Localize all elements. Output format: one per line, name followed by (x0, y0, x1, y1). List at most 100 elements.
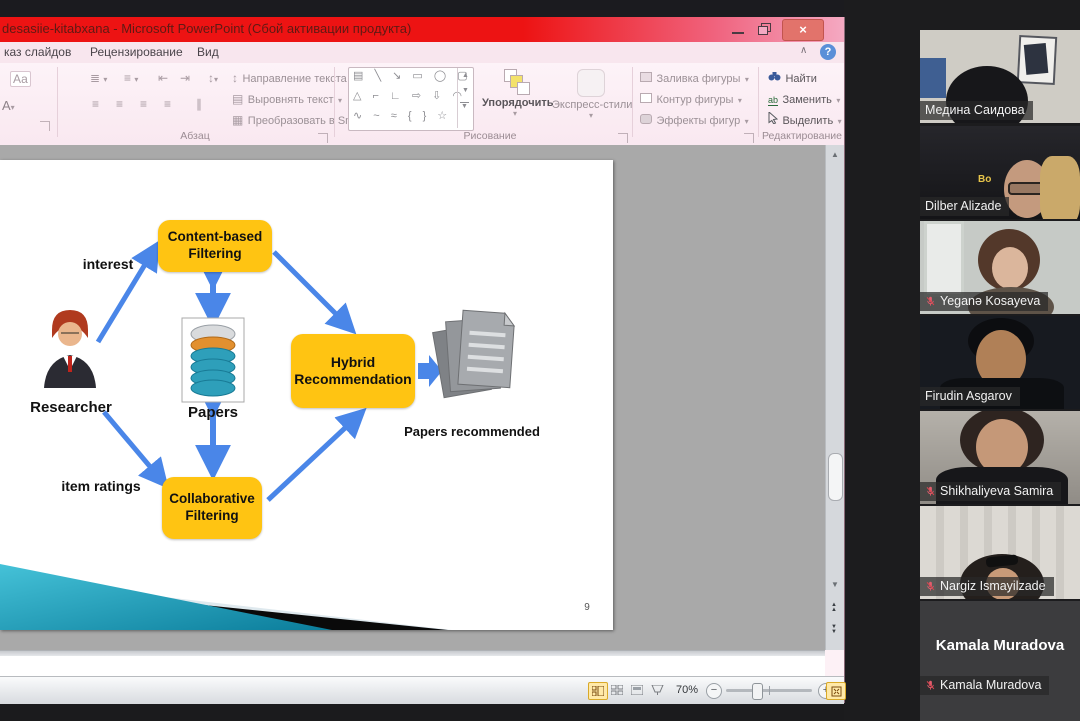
next-slide-button[interactable]: ▼▼ (831, 625, 839, 635)
vertical-scrollbar[interactable]: ▲ ▼ ▲▲ ▼▼ (825, 145, 844, 650)
dropdown-icon: ▾ (838, 117, 842, 126)
content-based-filtering-node[interactable]: Content-based Filtering (158, 220, 272, 272)
dropdown-icon: ▾ (11, 103, 15, 112)
zoom-slider-tick (769, 686, 770, 695)
hair-silhouette (1040, 156, 1080, 219)
minimize-button[interactable] (726, 20, 752, 38)
scroll-up-button[interactable]: ▲ (826, 147, 844, 163)
participant-tile[interactable]: Nargiz Ismayilzade (920, 506, 1080, 599)
quick-styles-button[interactable]: Экспресс-стили ▾ (552, 67, 630, 120)
columns-button[interactable]: ∥ (196, 97, 202, 111)
shape-fill-icon (640, 72, 652, 82)
decrease-indent-button[interactable]: ⇤ (158, 71, 168, 85)
help-icon[interactable]: ? (820, 44, 836, 60)
drawing-dialog-launcher[interactable] (618, 133, 628, 143)
previous-slide-button[interactable]: ▲▲ (831, 603, 839, 613)
muted-mic-icon (925, 680, 936, 691)
interest-edge-label: interest (68, 256, 148, 272)
title-bar[interactable]: desasiie-kitabxana - Microsoft PowerPoin… (0, 17, 844, 42)
banner-text: Bo (978, 174, 991, 185)
collaborative-filtering-node[interactable]: Collaborative Filtering (162, 477, 262, 539)
slide-canvas[interactable]: Content-based Filtering Hybrid Recommend… (0, 160, 613, 630)
change-case-icon[interactable]: Аа (10, 71, 31, 87)
picture-content (1024, 43, 1049, 75)
shape-fill-button[interactable]: Заливка фигуры ▾ (640, 69, 749, 87)
participant-tile[interactable]: Bo Dilber Alizade (920, 126, 1080, 219)
shape-outline-button[interactable]: Контур фигуры ▾ (640, 90, 742, 108)
window-frame (924, 221, 964, 297)
close-button[interactable]: × (782, 19, 824, 41)
collapse-ribbon-icon[interactable]: ∧ (800, 45, 807, 56)
select-cursor-icon (768, 112, 778, 124)
normal-view-button[interactable] (588, 682, 608, 700)
notes-pane[interactable] (0, 656, 825, 677)
powerpoint-window: desasiie-kitabxana - Microsoft PowerPoin… (0, 17, 845, 703)
ribbon: Аа А▾ ≣ ▾ ≡ ▾ ⇤ ⇥ ↕▾ ≡ ≡ ≡ ≡ ∥ ↕ Направл… (0, 63, 844, 146)
hybrid-recommendation-node[interactable]: Hybrid Recommendation (291, 334, 415, 408)
window-title: desasiie-kitabxana - Microsoft PowerPoin… (2, 21, 411, 36)
tab-slideshow[interactable]: каз слайдов (0, 42, 75, 63)
find-button[interactable]: Найти (768, 69, 817, 87)
font-dialog-launcher[interactable] (40, 121, 50, 131)
zoom-slider[interactable] (726, 689, 812, 692)
numbering-button[interactable]: ≡ ▾ (124, 71, 138, 87)
participant-tile[interactable]: Kamala Muradova Kamala Muradova (920, 601, 1080, 721)
slideshow-view-button[interactable] (648, 682, 666, 698)
zoom-level[interactable]: 70% (676, 684, 698, 696)
dropdown-icon: ▾ (338, 96, 342, 105)
participant-tile[interactable]: Firudin Asgarov (920, 316, 1080, 409)
shape-effects-button[interactable]: Эффекты фигур ▾ (640, 111, 749, 129)
status-bar: 70% − + (0, 676, 844, 704)
format-dialog-launcher[interactable] (744, 133, 754, 143)
shape-gallery-row2: △ ⌐ ∟ ⇨ ⇩ ◠ (353, 89, 455, 102)
gallery-more-icon[interactable]: ▼ (460, 102, 469, 110)
replace-button[interactable]: ab Заменить ▾ (768, 90, 840, 108)
scroll-up-icon[interactable]: ▲ (458, 72, 473, 79)
arrange-icon-front (517, 82, 530, 95)
text-direction-button[interactable]: ↕ Направление текста ▾ (232, 69, 355, 87)
zoom-out-button[interactable]: − (706, 683, 722, 699)
increase-indent-button[interactable]: ⇥ (180, 71, 190, 85)
slide-area: Content-based Filtering Hybrid Recommend… (0, 145, 825, 650)
item-ratings-edge-label: item ratings (46, 478, 156, 494)
scroll-down-button[interactable]: ▼ (826, 577, 844, 593)
dropdown-icon: ▾ (103, 75, 107, 84)
select-button[interactable]: Выделить ▾ (768, 111, 842, 129)
papers-database-icon (182, 318, 244, 402)
dropdown-icon: ▾ (482, 109, 548, 118)
bullets-button[interactable]: ≣ ▾ (90, 71, 107, 87)
participant-tile[interactable]: Медина Саидова (920, 30, 1080, 123)
slide-number: 9 (577, 602, 597, 613)
minimize-icon (732, 32, 744, 34)
camera-off-display-name: Kamala Muradova (920, 637, 1080, 654)
align-right-button[interactable]: ≡ (140, 97, 147, 111)
reading-view-button[interactable] (628, 682, 646, 698)
scroll-down-icon[interactable]: ▼ (458, 87, 473, 94)
arrange-button[interactable]: Упорядочить ▾ (482, 67, 548, 118)
dropdown-icon: ▾ (134, 75, 138, 84)
tab-review[interactable]: Рецензирование (86, 42, 187, 63)
participant-name-label: Dilber Alizade (920, 197, 1009, 216)
slide-sorter-view-button[interactable] (608, 682, 626, 698)
restore-button[interactable] (752, 20, 778, 38)
ribbon-tab-row: каз слайдов Рецензирование Вид ∧ ? (0, 42, 844, 64)
align-left-button[interactable]: ≡ (92, 97, 99, 111)
align-text-button[interactable]: ▤ Выровнять текст ▾ (232, 90, 342, 108)
tab-view[interactable]: Вид (193, 42, 223, 63)
dropdown-icon: ▾ (738, 96, 742, 105)
font-color-icon[interactable]: А▾ (2, 99, 15, 115)
paragraph-dialog-launcher[interactable] (318, 133, 328, 143)
justify-button[interactable]: ≡ (164, 97, 171, 111)
papers-recommended-label: Papers recommended (398, 424, 546, 439)
shape-gallery-scroll[interactable]: ▲ ▼ ▼ (457, 68, 473, 128)
participant-tile[interactable]: Yeganə Kosayeva (920, 221, 1080, 314)
fit-slide-button[interactable] (826, 682, 846, 700)
scrollbar-thumb[interactable] (828, 453, 843, 501)
shape-gallery[interactable]: ▤ ╲ ↘ ▭ ◯ ▢ △ ⌐ ∟ ⇨ ⇩ ◠ ∿ ~ ≈ { } ☆ ▲ ▼ … (348, 67, 474, 131)
researcher-icon (44, 310, 96, 388)
line-spacing-button[interactable]: ↕▾ (208, 71, 218, 87)
participant-tile[interactable]: Shikhaliyeva Samira (920, 411, 1080, 504)
align-center-button[interactable]: ≡ (116, 97, 123, 111)
zoom-slider-thumb[interactable] (752, 683, 763, 700)
dropdown-icon: ▾ (745, 117, 749, 126)
